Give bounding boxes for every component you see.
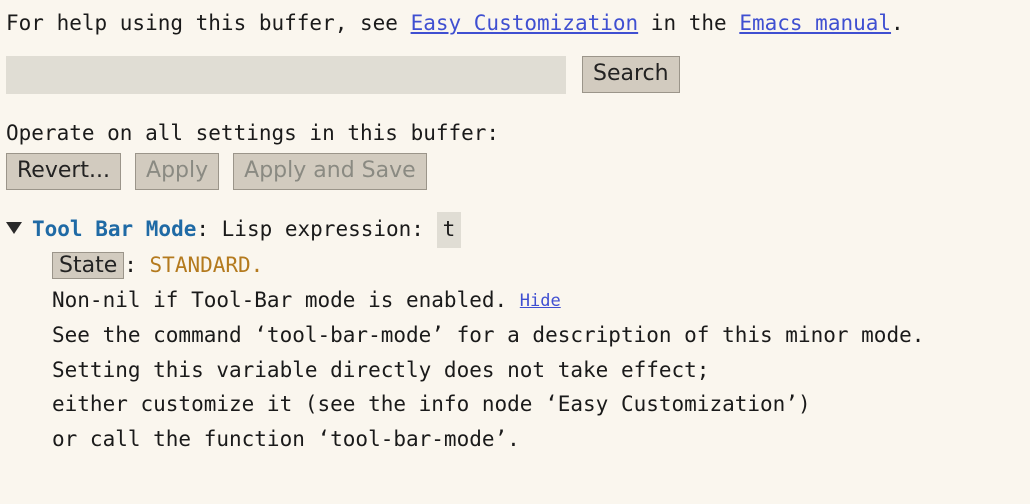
apply-button[interactable]: Apply (135, 153, 219, 190)
state-button[interactable]: State (52, 252, 124, 279)
link-emacs-manual[interactable]: Emacs manual (739, 11, 891, 35)
doc-first-text: Non-nil if Tool-Bar mode is enabled. (52, 288, 520, 312)
variable-state-row: State: STANDARD. (6, 248, 1024, 284)
state-sep: : (124, 253, 149, 277)
search-button[interactable]: Search (582, 56, 680, 93)
intro-prefix: For help using this buffer, see (6, 11, 411, 35)
intro-suffix: . (891, 11, 904, 35)
apply-and-save-button[interactable]: Apply and Save (233, 153, 427, 190)
variable-header: Tool Bar Mode: Lisp expression: t (6, 212, 1024, 248)
operate-buttons: Revert... Apply Apply and Save (6, 153, 1024, 190)
state-value: STANDARD. (150, 253, 264, 277)
revert-button[interactable]: Revert... (6, 153, 121, 190)
hide-link[interactable]: Hide (520, 291, 561, 311)
operate-label: Operate on all settings in this buffer: (6, 116, 1024, 152)
variable-block: Tool Bar Mode: Lisp expression: t State:… (6, 212, 1024, 457)
variable-name[interactable]: Tool Bar Mode (32, 217, 196, 241)
variable-type-label: : Lisp expression: (196, 217, 436, 241)
link-easy-customization[interactable]: Easy Customization (411, 11, 639, 35)
doc-line: Setting this variable directly does not … (6, 353, 1024, 388)
intro-mid: in the (638, 11, 739, 35)
search-input[interactable] (6, 56, 566, 94)
search-row: Search (6, 56, 1024, 94)
variable-value-field[interactable]: t (437, 212, 462, 248)
doc-line: or call the function ‘tool-bar-mode’. (6, 422, 1024, 457)
intro-line: For help using this buffer, see Easy Cus… (6, 6, 1024, 42)
doc-line: either customize it (see the info node ‘… (6, 387, 1024, 422)
disclosure-triangle-icon[interactable] (6, 222, 22, 234)
doc-line: See the command ‘tool-bar-mode’ for a de… (6, 318, 1024, 353)
doc-first-line: Non-nil if Tool-Bar mode is enabled. Hid… (6, 283, 1024, 318)
